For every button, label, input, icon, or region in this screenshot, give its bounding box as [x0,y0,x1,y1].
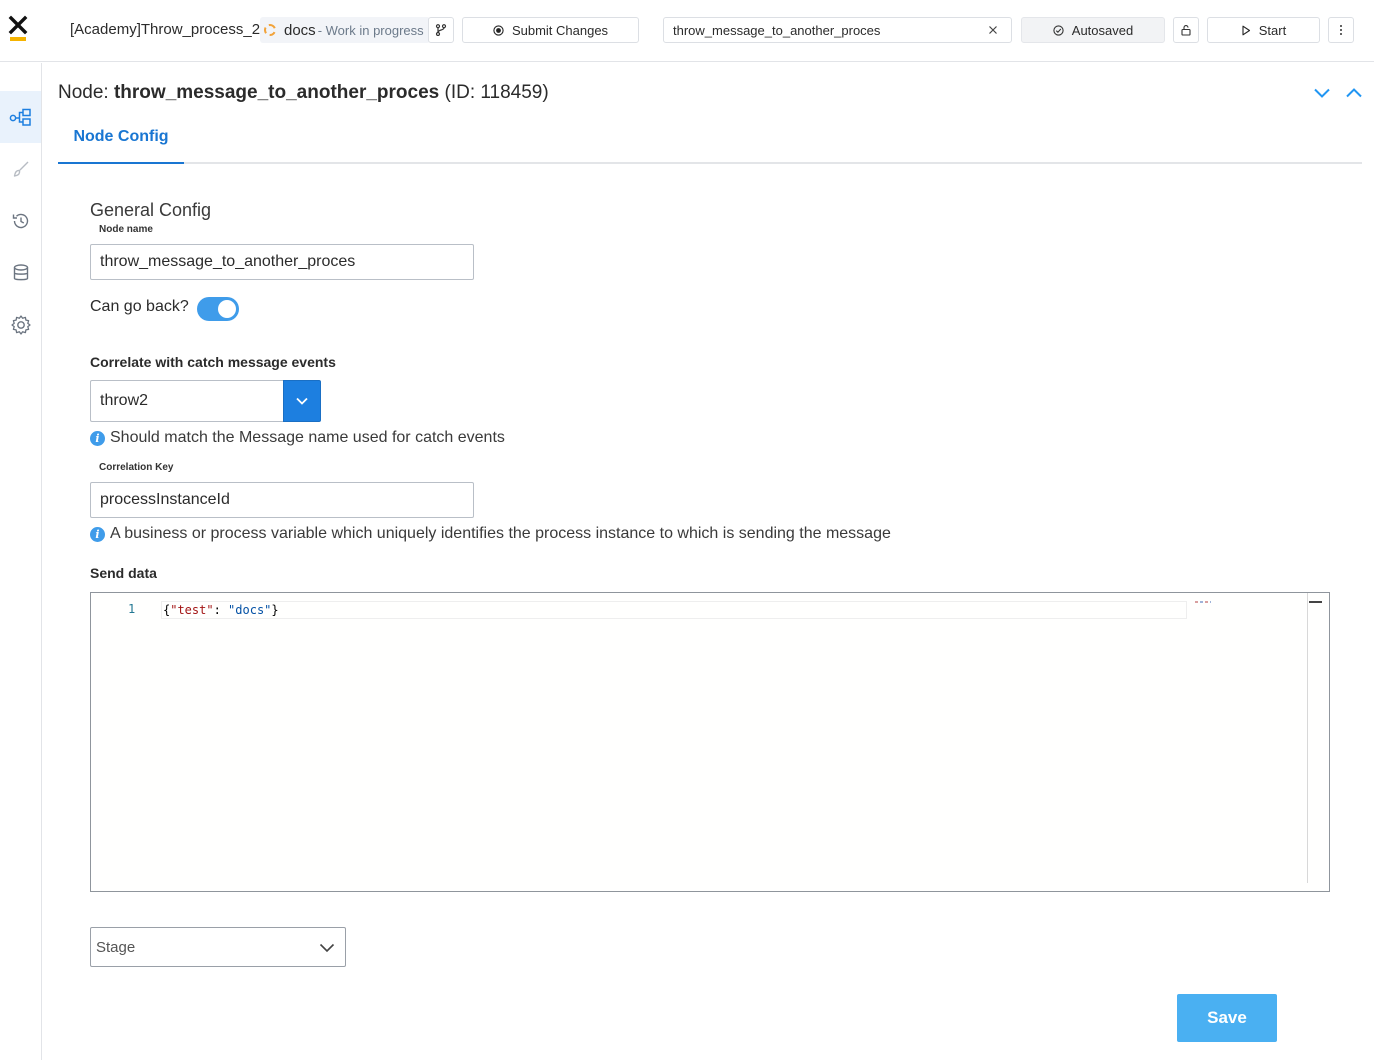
correlation-key-hint-text: A business or process variable which uni… [110,525,891,542]
node-name-label: Node name [99,224,153,235]
gear-icon [10,315,31,335]
tab-node-config[interactable]: Node Config [58,112,184,164]
correlation-key-hint: i A business or process variable which u… [90,525,891,543]
chevron-down-icon [319,943,335,953]
work-in-progress-icon [264,24,276,36]
clear-icon[interactable] [987,24,999,36]
history-icon [12,213,28,229]
top-bar: [Academy]Throw_process_2 docs - Work in … [0,0,1374,62]
code-line[interactable]: {"test": "docs"} [161,601,1187,619]
stage-placeholder: Stage [96,939,136,956]
submit-changes-button[interactable]: Submit Changes [462,17,639,43]
sidebar-item-process[interactable] [0,91,41,143]
info-icon: i [90,526,105,542]
code-colon: : [213,603,229,617]
save-button[interactable]: Save [1177,994,1277,1042]
node-title: Node: throw_message_to_another_proces (I… [58,82,549,104]
info-icon: i [90,430,105,446]
node-name-input[interactable] [90,244,474,280]
line-number: 1 [128,602,136,616]
chevron-down-icon [296,397,308,405]
can-go-back-label: Can go back? [90,298,189,315]
node-tabs: Node Config [58,112,1362,164]
process-nodes-icon [9,108,31,126]
check-circle-icon [1053,24,1064,36]
correlate-label: Correlate with catch message events [90,354,336,370]
correlate-select[interactable]: throw2 [90,380,321,422]
correlate-hint: i Should match the Message name used for… [90,429,505,447]
editor-scrollbar-track[interactable] [1307,593,1308,883]
branch-name: docs [284,21,316,39]
sidebar-item-settings[interactable] [0,299,41,351]
code-key: "test" [170,603,214,617]
chevron-down-icon[interactable] [1313,84,1331,102]
correlation-key-input[interactable] [90,482,474,518]
code-brace-close: } [271,603,279,617]
branch-status: - Work in progress [317,22,424,38]
more-options-button[interactable] [1328,17,1354,43]
submit-changes-label: Submit Changes [511,22,609,38]
can-go-back-toggle[interactable] [197,297,239,321]
stage-select[interactable]: Stage [90,927,346,967]
editor-minimap[interactable] [1195,601,1211,603]
start-label: Start [1258,22,1287,38]
brush-icon [13,161,28,177]
correlation-key-label: Correlation Key [99,462,174,473]
sidebar-item-data-model[interactable] [0,247,41,299]
node-search-input[interactable] [673,23,973,38]
editor-scrollbar-marker [1309,601,1322,603]
flowx-logo[interactable] [8,14,28,44]
kebab-menu-icon [1340,25,1342,35]
play-icon [1242,25,1250,35]
correlate-select-value[interactable]: throw2 [90,380,284,422]
start-button[interactable]: Start [1207,17,1320,43]
unlock-icon [1181,25,1191,36]
node-search-box [663,17,1012,43]
autosaved-indicator: Autosaved [1021,17,1165,43]
correlate-hint-text: Should match the Message name used for c… [110,429,505,446]
database-icon [13,264,28,281]
node-title-prefix: Node: [58,82,114,103]
node-id: (ID: 118459) [444,82,549,103]
autosaved-label: Autosaved [1071,22,1134,38]
unlock-button[interactable] [1173,17,1199,43]
node-title-name: throw_message_to_another_proces [113,82,440,103]
process-title: [Academy]Throw_process_2 [70,21,261,38]
branch-badge[interactable]: docs - Work in progress [260,17,430,43]
left-sidebar [0,63,42,1060]
correlate-dropdown-button[interactable] [283,380,321,422]
radio-dot-icon [493,24,504,36]
sidebar-item-theme[interactable] [0,143,41,195]
code-value: "docs" [228,603,272,617]
branch-button[interactable] [428,17,454,43]
chevron-up-icon[interactable] [1345,84,1363,102]
git-branch-icon [435,24,447,36]
send-data-code-editor[interactable]: 1 {"test": "docs"} [90,592,1330,892]
toggle-knob [218,300,236,318]
general-config-heading: General Config [90,200,212,220]
sidebar-item-history[interactable] [0,195,41,247]
send-data-label: Send data [90,565,157,581]
